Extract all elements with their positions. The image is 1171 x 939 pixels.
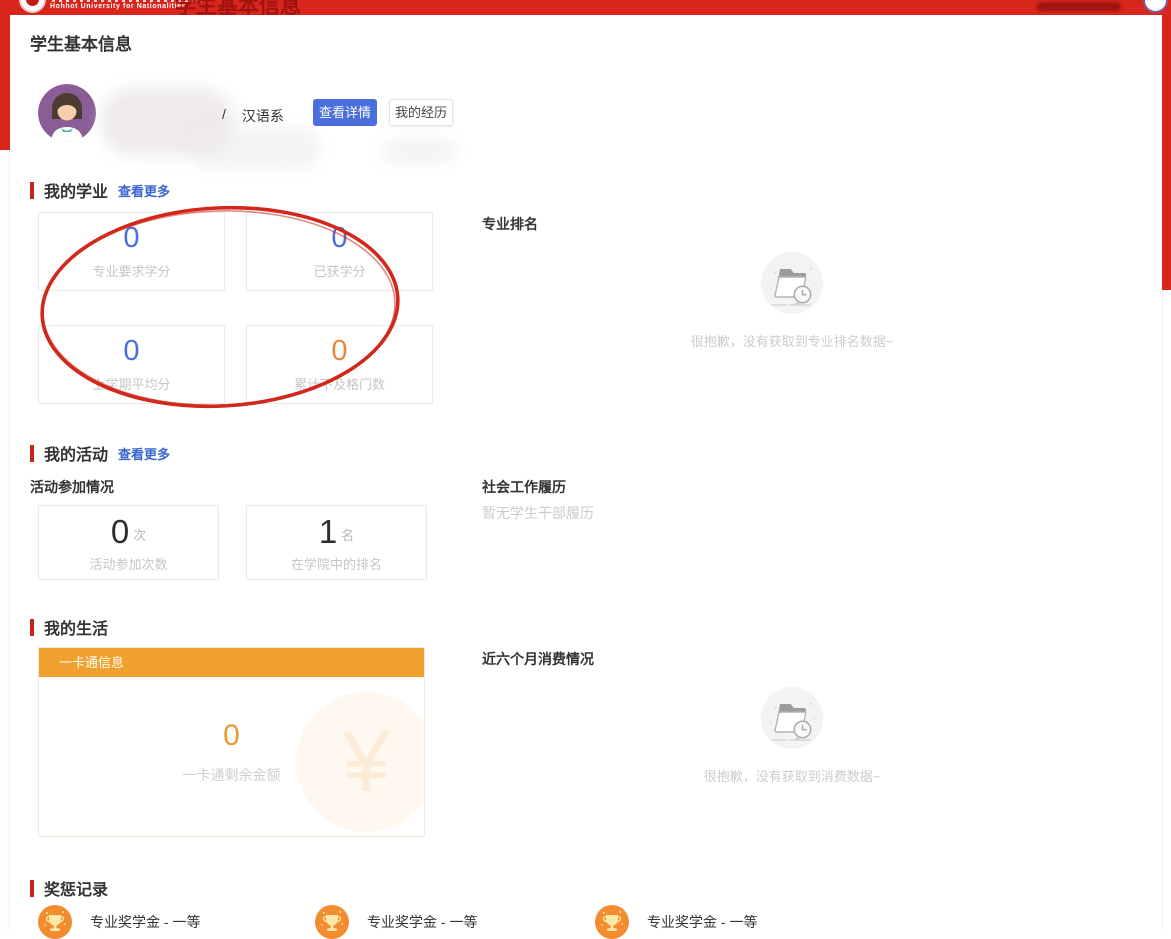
student-avatar xyxy=(38,84,96,142)
section-accent-bar xyxy=(30,880,34,897)
life-section-header: 我的生活 xyxy=(30,615,108,639)
medal-icon xyxy=(595,905,629,939)
major-ranking-title: 专业排名 xyxy=(482,214,538,234)
stat-label: 专业要求学分 xyxy=(39,261,224,280)
award-label: 专业奖学金 - 一等 xyxy=(647,912,757,932)
avatar-woman-illustration xyxy=(38,84,96,142)
award-label: 专业奖学金 - 一等 xyxy=(367,912,477,932)
stat-card-semester-average: 0 上学期平均分 xyxy=(38,325,225,404)
campus-card-panel: 一卡通信息 ¥ 0 一卡通剩余金额 xyxy=(38,647,425,837)
stat-label: 上学期平均分 xyxy=(39,374,224,393)
academics-section-header: 我的学业 查看更多 xyxy=(30,178,170,202)
redacted-info-blur xyxy=(190,128,320,170)
empty-folder-icon xyxy=(759,685,825,751)
page-title: 学生基本信息 xyxy=(30,30,132,55)
activities-section-header: 我的活动 查看更多 xyxy=(30,441,170,465)
award-item: 专业奖学金 - 一等 xyxy=(38,905,200,939)
content-edge-right xyxy=(1162,290,1171,929)
stat-label: 累计不及格门数 xyxy=(247,374,432,393)
stat-card-required-credits: 0 专业要求学分 xyxy=(38,212,225,291)
yuan-watermark-icon: ¥ xyxy=(296,692,425,832)
header-user-avatar[interactable] xyxy=(1143,0,1168,13)
college-rank-label: 在学院中的排名 xyxy=(247,554,426,573)
page-background-stripe-left xyxy=(0,15,10,150)
department-separator: / xyxy=(222,106,226,126)
stat-value: 0 xyxy=(247,337,432,366)
stat-card-earned-credits: 0 已获学分 xyxy=(246,212,433,291)
activity-count-value: 0 xyxy=(111,515,129,548)
activities-view-more-link[interactable]: 查看更多 xyxy=(118,444,170,463)
academics-view-more-link[interactable]: 查看更多 xyxy=(118,181,170,200)
awards-section-header: 奖惩记录 xyxy=(30,876,108,900)
activity-count-unit: 次 xyxy=(133,525,146,544)
university-seal-logo xyxy=(19,0,46,13)
page-background-stripe-right xyxy=(1162,15,1171,290)
activity-count-label: 活动参加次数 xyxy=(39,554,218,573)
department-name: 汉语系 xyxy=(242,106,284,126)
section-accent-bar xyxy=(30,619,34,636)
stat-card-failed-courses: 0 累计不及格门数 xyxy=(246,325,433,404)
consumption-empty-text: 很抱歉，没有获取到消费数据~ xyxy=(630,766,954,785)
header-username-redacted[interactable] xyxy=(1037,2,1121,11)
stat-value: 0 xyxy=(39,337,224,366)
header-title: 学生基本信息 xyxy=(175,0,301,15)
section-accent-bar xyxy=(30,445,34,462)
life-section-title: 我的生活 xyxy=(44,615,108,639)
consumption-title: 近六个月消费情况 xyxy=(482,649,594,669)
redacted-small-blur xyxy=(382,138,457,164)
campus-card-header: 一卡通信息 xyxy=(39,648,424,677)
top-header-bar: Hohhot University for Nationalities 学生基本… xyxy=(0,0,1171,15)
content-edge-left xyxy=(0,150,10,929)
award-item: 专业奖学金 - 一等 xyxy=(595,905,757,939)
college-rank-value: 1 xyxy=(319,515,337,548)
medal-icon xyxy=(38,905,72,939)
award-item: 专业奖学金 - 一等 xyxy=(315,905,477,939)
college-rank-unit: 名 xyxy=(341,525,354,544)
medal-icon xyxy=(315,905,349,939)
department-line: / 汉语系 xyxy=(222,106,284,126)
empty-folder-icon xyxy=(759,250,825,316)
my-experience-button[interactable]: 我的经历 xyxy=(389,99,453,126)
stat-value: 0 xyxy=(247,224,432,253)
section-accent-bar xyxy=(30,182,34,199)
major-ranking-empty-text: 很抱歉，没有获取到专业排名数据~ xyxy=(630,331,954,350)
activities-section-title: 我的活动 xyxy=(44,441,108,465)
college-rank-card: 1 名 在学院中的排名 xyxy=(246,505,427,580)
stat-value: 0 xyxy=(39,224,224,253)
social-work-empty-text: 暂无学生干部履历 xyxy=(482,503,594,523)
activity-count-card: 0 次 活动参加次数 xyxy=(38,505,219,580)
award-label: 专业奖学金 - 一等 xyxy=(90,912,200,932)
awards-section-title: 奖惩记录 xyxy=(44,876,108,900)
social-work-title: 社会工作履历 xyxy=(482,477,566,497)
stat-label: 已获学分 xyxy=(247,261,432,280)
view-details-button[interactable]: 查看详情 xyxy=(313,99,377,126)
participation-title: 活动参加情况 xyxy=(30,477,114,497)
university-name-english: Hohhot University for Nationalities xyxy=(50,3,186,10)
academics-section-title: 我的学业 xyxy=(44,178,108,202)
